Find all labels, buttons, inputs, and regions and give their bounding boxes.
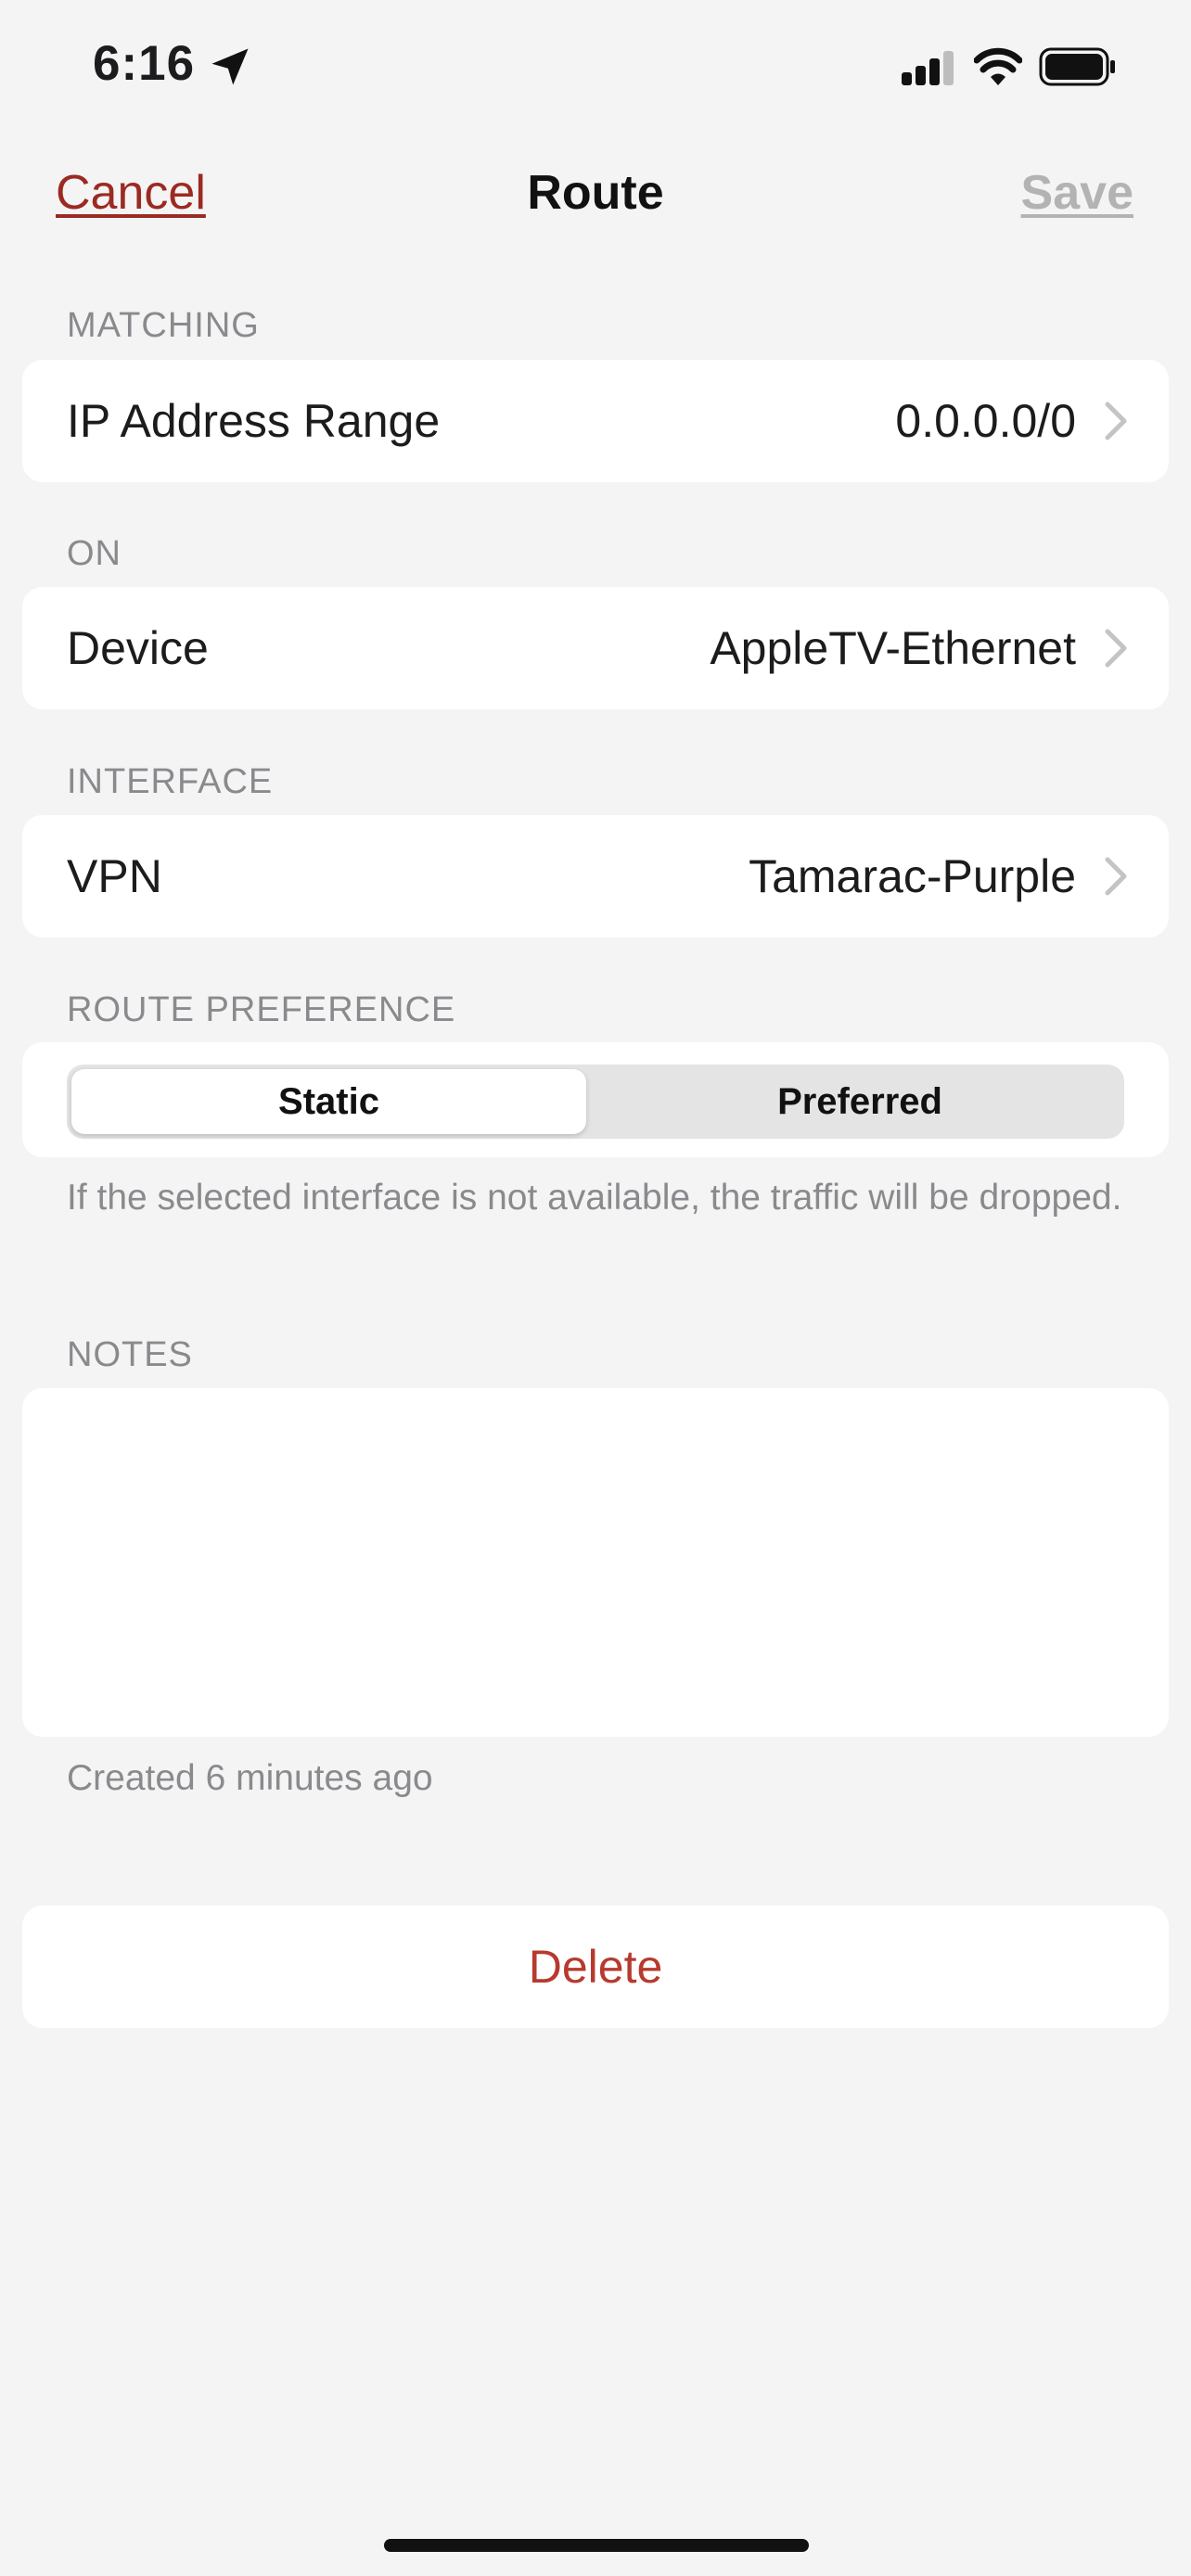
section-header-matching: MATCHING	[67, 306, 260, 345]
ip-address-range-value: 0.0.0.0/0	[895, 395, 1076, 447]
wifi-icon	[974, 47, 1022, 85]
device-label: Device	[67, 622, 209, 674]
ip-address-range-row[interactable]: IP Address Range 0.0.0.0/0	[22, 360, 1169, 482]
device-card: Device AppleTV-Ethernet	[22, 587, 1169, 709]
segment-preferred[interactable]: Preferred	[596, 1065, 1124, 1139]
delete-label: Delete	[528, 1941, 663, 1993]
save-button[interactable]: Save	[1021, 165, 1133, 221]
device-value: AppleTV-Ethernet	[710, 622, 1076, 674]
route-preference-footnote: If the selected interface is not availab…	[67, 1178, 1122, 1218]
location-arrow-icon	[211, 48, 249, 85]
chevron-right-icon	[1105, 857, 1127, 896]
interface-card: VPN Tamarac-Purple	[22, 815, 1169, 937]
ip-address-range-card: IP Address Range 0.0.0.0/0	[22, 360, 1169, 482]
chevron-right-icon	[1105, 402, 1127, 440]
section-header-on: ON	[67, 534, 122, 573]
interface-row[interactable]: VPN Tamarac-Purple	[22, 815, 1169, 937]
status-time: 6:16	[93, 36, 196, 91]
section-header-route-preference: ROUTE PREFERENCE	[67, 990, 456, 1029]
segment-static[interactable]: Static	[71, 1069, 586, 1134]
route-preference-segmented-control: Preferred Static	[67, 1065, 1124, 1139]
device-row[interactable]: Device AppleTV-Ethernet	[22, 587, 1169, 709]
chevron-right-icon	[1105, 629, 1127, 668]
cellular-signal-icon	[902, 51, 954, 85]
interface-label: VPN	[67, 850, 162, 902]
route-preference-card: Preferred Static	[22, 1042, 1169, 1157]
status-bar: 6:16	[0, 0, 1191, 139]
cancel-button[interactable]: Cancel	[56, 165, 206, 221]
navigation-bar: Route Cancel Save	[0, 148, 1191, 241]
interface-value: Tamarac-Purple	[749, 850, 1076, 902]
battery-icon	[1039, 47, 1115, 86]
created-timestamp: Created 6 minutes ago	[67, 1758, 433, 1798]
notes-field[interactable]	[22, 1388, 1169, 1737]
home-indicator	[384, 2539, 809, 2552]
section-header-interface: INTERFACE	[67, 762, 274, 801]
delete-button[interactable]: Delete	[22, 1906, 1169, 2028]
ip-address-range-label: IP Address Range	[67, 395, 441, 447]
section-header-notes: NOTES	[67, 1335, 193, 1374]
